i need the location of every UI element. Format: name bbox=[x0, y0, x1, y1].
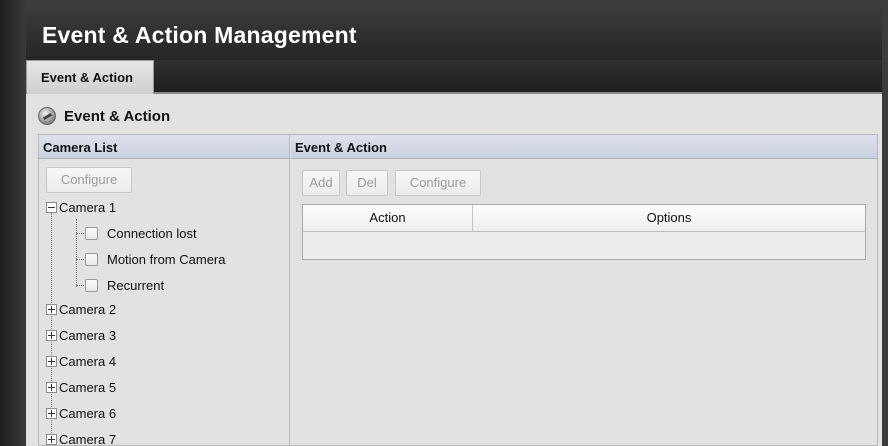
tree-connector bbox=[76, 232, 84, 234]
add-button[interactable]: Add bbox=[302, 170, 340, 196]
tree-item-camera-6[interactable]: Camera 6 bbox=[46, 403, 116, 423]
window-left-edge bbox=[0, 0, 26, 446]
table-header: Action Options bbox=[303, 205, 865, 232]
column-header-options[interactable]: Options bbox=[473, 205, 865, 231]
tree-event-label: Motion from Camera bbox=[107, 251, 226, 267]
expand-icon[interactable] bbox=[46, 407, 57, 419]
tree-item-label: Camera 7 bbox=[59, 431, 117, 446]
column-header-action[interactable]: Action bbox=[303, 205, 473, 231]
tree-item-label: Camera 5 bbox=[59, 379, 117, 395]
expand-icon[interactable] bbox=[46, 303, 57, 315]
camera-list-header: Camera List bbox=[39, 135, 289, 159]
event-action-header: Event & Action bbox=[291, 135, 877, 159]
connection-lost-checkbox[interactable] bbox=[85, 226, 98, 240]
tree-item-camera-2[interactable]: Camera 2 bbox=[46, 299, 116, 319]
tree-item-camera-3[interactable]: Camera 3 bbox=[46, 325, 116, 345]
tree-connector bbox=[76, 258, 84, 260]
tree-item-camera-7[interactable]: Camera 7 bbox=[46, 429, 116, 446]
tree-item-camera-1[interactable]: Camera 1 bbox=[46, 197, 116, 217]
expand-icon[interactable] bbox=[46, 355, 57, 367]
recurrent-checkbox[interactable] bbox=[85, 278, 98, 292]
app-title: Event & Action Management bbox=[42, 22, 357, 48]
gauge-icon bbox=[38, 107, 56, 125]
camera-list-panel: Camera List Configure Camera 1 Connectio… bbox=[39, 135, 290, 446]
collapse-icon[interactable] bbox=[46, 201, 57, 213]
tree-connector bbox=[76, 284, 84, 286]
camera-configure-button[interactable]: Configure bbox=[46, 167, 132, 193]
tab-event-action[interactable]: Event & Action bbox=[26, 60, 154, 94]
tree-item-label: Camera 3 bbox=[59, 327, 117, 343]
action-table: Action Options bbox=[302, 204, 866, 260]
tree-event-connection-lost[interactable]: Connection lost bbox=[76, 223, 197, 243]
tree-item-camera-4[interactable]: Camera 4 bbox=[46, 351, 116, 371]
tree-event-recurrent[interactable]: Recurrent bbox=[76, 275, 164, 295]
tree-event-motion-from-camera[interactable]: Motion from Camera bbox=[76, 249, 225, 269]
tree-item-label: Camera 1 bbox=[59, 199, 117, 215]
tree-event-label: Connection lost bbox=[107, 225, 197, 241]
main-content: Event & Action Camera List Configure Cam… bbox=[26, 94, 882, 446]
tree-item-camera-5[interactable]: Camera 5 bbox=[46, 377, 116, 397]
app-header: Event & Action Management bbox=[26, 0, 882, 64]
section-title: Event & Action bbox=[64, 107, 171, 125]
table-body-empty bbox=[303, 232, 865, 259]
tree-event-label: Recurrent bbox=[107, 277, 165, 293]
motion-from-camera-checkbox[interactable] bbox=[85, 252, 98, 266]
expand-icon[interactable] bbox=[46, 381, 57, 393]
tree-item-label: Camera 6 bbox=[59, 405, 117, 421]
del-button[interactable]: Del bbox=[346, 170, 388, 196]
window-right-edge bbox=[882, 0, 888, 446]
configure-button[interactable]: Configure bbox=[395, 170, 481, 196]
tree-item-label: Camera 2 bbox=[59, 301, 117, 317]
tab-bar: Event & Action bbox=[26, 60, 882, 94]
section-header: Event & Action bbox=[38, 104, 170, 128]
expand-icon[interactable] bbox=[46, 433, 57, 445]
panels-container: Camera List Configure Camera 1 Connectio… bbox=[38, 134, 878, 446]
tree-item-label: Camera 4 bbox=[59, 353, 117, 369]
event-action-panel: Event & Action Add Del Configure Action … bbox=[291, 135, 877, 446]
expand-icon[interactable] bbox=[46, 329, 57, 341]
